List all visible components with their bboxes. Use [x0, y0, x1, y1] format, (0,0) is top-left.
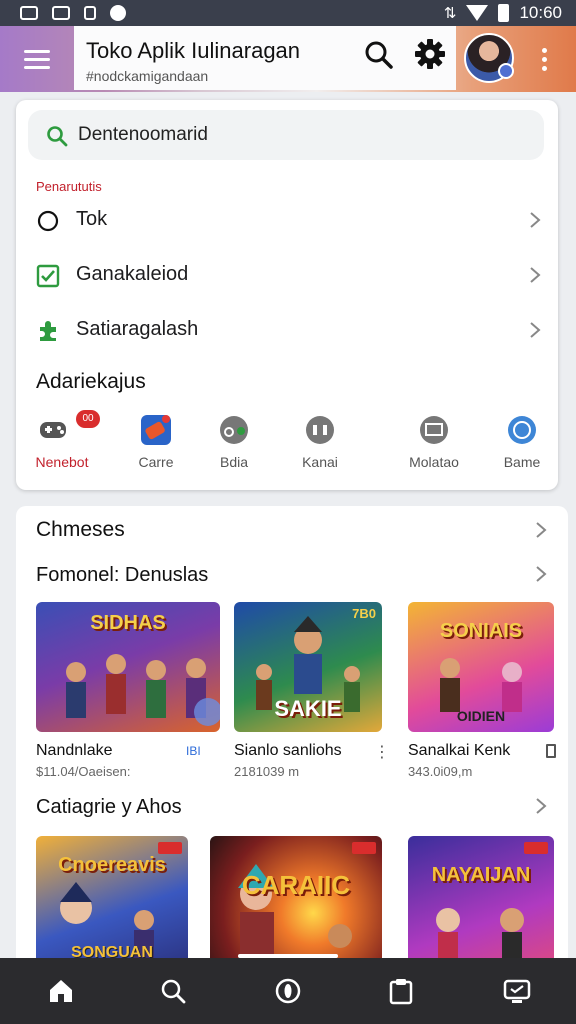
device-icon[interactable]	[502, 976, 532, 1006]
title-box: Toko Aplik Iulinaragan #nodckamigandaan	[74, 26, 456, 90]
gear-icon[interactable]	[414, 38, 446, 70]
category-label: Kanai	[302, 454, 338, 470]
menu-card: Dentenoomarid Penarututis Tok Ganakaleio…	[16, 100, 558, 490]
people-icon	[306, 416, 334, 444]
car-icon	[141, 415, 171, 445]
game-name[interactable]: Nandnlake	[36, 742, 113, 760]
menu-button[interactable]	[16, 44, 58, 74]
gamepad-icon	[40, 422, 66, 438]
category-badge: 00	[76, 410, 100, 428]
notification-icon	[20, 6, 38, 20]
home-icon[interactable]	[46, 976, 76, 1006]
game-art-subtitle: SAKIE	[274, 696, 342, 721]
globe-icon	[508, 416, 536, 444]
menu-item-label: Tok	[76, 208, 108, 230]
menu-item-label: Ganakaleiod	[76, 263, 189, 285]
gallery-icon	[52, 6, 70, 20]
menu-row-1[interactable]: Tok	[16, 195, 558, 245]
category-carre[interactable]: Carre	[114, 410, 198, 470]
tv-icon	[420, 416, 448, 444]
menu-row-2[interactable]: Ganakaleiod	[16, 250, 558, 300]
battery-icon	[498, 4, 510, 22]
circle-icon	[37, 210, 59, 232]
game-name[interactable]: Sianlo sanliohs	[234, 742, 342, 760]
category-molatao[interactable]: Molatao	[392, 410, 476, 470]
dot-icon	[110, 5, 126, 21]
game-badge: IBI	[186, 744, 201, 758]
avatar-badge	[498, 63, 514, 79]
chevron-right-icon[interactable]	[534, 520, 548, 540]
section-label: Penarututis	[36, 179, 102, 194]
menu-row-3[interactable]: Satiaragalash	[16, 305, 558, 355]
game-meta: 343.0i09,m	[408, 764, 473, 779]
game-name[interactable]: Sanalkai Kenk	[408, 742, 510, 760]
bike-icon	[220, 416, 248, 444]
bookmark-icon[interactable]	[546, 744, 556, 758]
category-nenebot[interactable]: 00 Nenebot	[20, 410, 104, 470]
chevron-right-icon[interactable]	[534, 796, 548, 816]
app-subtitle: #nodckamigandaan	[86, 68, 209, 84]
compass-icon[interactable]	[273, 976, 303, 1006]
clipboard-icon[interactable]	[386, 976, 416, 1006]
sync-icon	[84, 6, 96, 20]
signal-icon: ⇅	[443, 5, 457, 22]
search-bar[interactable]: Dentenoomarid	[28, 110, 544, 160]
category-label: Carre	[138, 454, 174, 470]
checkbox-icon	[36, 264, 60, 288]
section-title[interactable]: Chmeses	[36, 518, 125, 542]
status-time: 10:60	[519, 3, 562, 22]
bottom-nav	[0, 958, 576, 1024]
category-bdia[interactable]: Bdia	[192, 410, 276, 470]
chevron-right-icon	[530, 212, 541, 228]
game-characters-art	[436, 908, 524, 972]
chevron-right-icon	[530, 267, 541, 283]
search-icon[interactable]	[158, 976, 188, 1006]
game-meta: $11.04/Oaeisen:	[36, 764, 131, 779]
menu-item-label: Satiaragalash	[76, 318, 199, 340]
category-kanai[interactable]: Kanai	[278, 410, 362, 470]
search-icon	[47, 126, 68, 147]
category-bame[interactable]: Bame	[480, 410, 564, 470]
categories-title: Adariekajus	[36, 370, 146, 393]
app-title: Toko Aplik Iulinaragan	[86, 38, 301, 63]
game-meta: 2181039 m	[234, 764, 300, 779]
status-bar: ⇅ 10:60	[0, 0, 576, 26]
wifi-icon	[466, 5, 489, 21]
more-icon[interactable]: ⋮	[374, 742, 390, 762]
avatar[interactable]	[464, 33, 514, 83]
section-title[interactable]: Catiagrie y Ahos	[36, 796, 182, 819]
category-game-card[interactable]: Cnoereavis SONGUAN	[36, 836, 188, 976]
category-label: Bdia	[219, 454, 249, 470]
category-label: Nenebot	[35, 454, 89, 470]
game-art-title: CARAIIC	[241, 870, 351, 900]
app-bar: Toko Aplik Iulinaragan #nodckamigandaan	[0, 26, 576, 92]
game-card-art[interactable]: 7B0 SAKIE	[234, 602, 382, 732]
content-card: Chmeses Fomonel: Denuslas SIDHAS Nandnla…	[16, 506, 568, 976]
search-input[interactable]: Dentenoomarid	[78, 124, 208, 146]
category-label: Bame	[503, 454, 541, 470]
more-options-button[interactable]	[534, 44, 554, 74]
game-art-subtitle: OIDIEN	[456, 708, 506, 724]
section-title[interactable]: Fomonel: Denuslas	[36, 564, 208, 587]
chevron-right-icon	[530, 322, 541, 338]
category-label: Molatao	[409, 454, 459, 470]
chevron-right-icon[interactable]	[534, 564, 548, 584]
game-card-art[interactable]: SONIAIS OIDIEN	[408, 602, 554, 732]
puzzle-icon	[40, 321, 56, 341]
search-icon[interactable]	[364, 40, 394, 70]
game-characters-art	[66, 654, 220, 726]
game-card-art[interactable]: SIDHAS	[36, 602, 220, 732]
category-game-card[interactable]: NAYAIJAN	[408, 836, 554, 976]
